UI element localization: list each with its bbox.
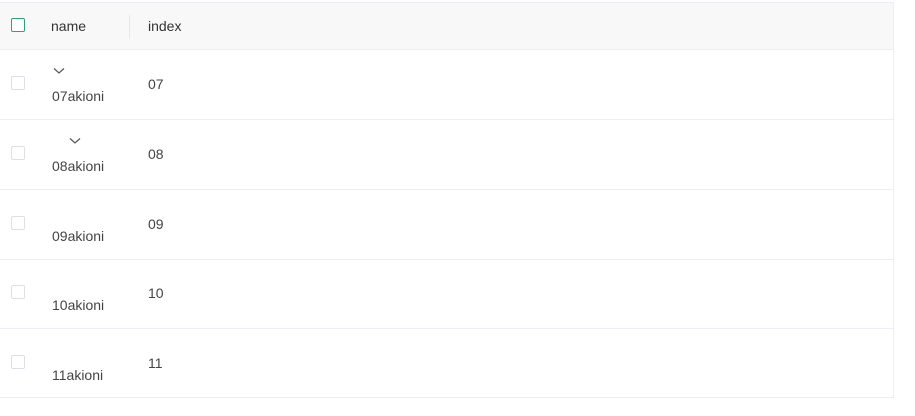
column-header-name[interactable]: name bbox=[51, 18, 86, 34]
row-index: 07 bbox=[148, 76, 164, 92]
row-checkbox[interactable] bbox=[11, 285, 25, 299]
data-table: name index 07akioni 07 08akioni 08 09aki… bbox=[0, 2, 894, 398]
row-name: 11akioni bbox=[52, 367, 104, 383]
table-row[interactable]: 08akioni 08 bbox=[0, 120, 893, 190]
row-checkbox[interactable] bbox=[11, 355, 25, 369]
chevron-down-icon[interactable] bbox=[53, 67, 65, 75]
row-index: 09 bbox=[148, 216, 164, 232]
row-name: 08akioni bbox=[52, 158, 105, 174]
select-all-checkbox[interactable] bbox=[11, 18, 25, 32]
table-row[interactable]: 11akioni 11 bbox=[0, 329, 893, 399]
table-row[interactable]: 09akioni 09 bbox=[0, 190, 893, 260]
row-checkbox[interactable] bbox=[11, 216, 25, 230]
row-index: 10 bbox=[148, 285, 164, 301]
row-name: 10akioni bbox=[52, 297, 105, 313]
row-checkbox[interactable] bbox=[11, 146, 25, 160]
row-checkbox[interactable] bbox=[11, 76, 25, 90]
table-row[interactable]: 07akioni 07 bbox=[0, 50, 893, 120]
row-index: 11 bbox=[148, 355, 163, 371]
column-divider[interactable] bbox=[129, 15, 130, 39]
table-header: name index bbox=[0, 3, 893, 50]
column-header-index[interactable]: index bbox=[148, 18, 181, 34]
table-row[interactable]: 10akioni 10 bbox=[0, 259, 893, 329]
row-index: 08 bbox=[148, 146, 164, 162]
row-name: 07akioni bbox=[52, 88, 105, 104]
chevron-down-icon[interactable] bbox=[69, 137, 81, 145]
row-name: 09akioni bbox=[52, 228, 105, 244]
